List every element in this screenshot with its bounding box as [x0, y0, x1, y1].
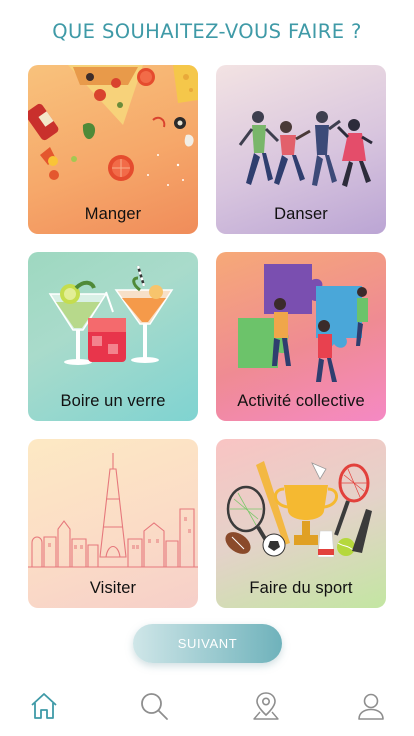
user-icon	[358, 693, 384, 720]
activity-label: Danser	[274, 205, 328, 223]
page-title: QUE SOUHAITEZ-VOUS FAIRE ?	[48, 18, 366, 43]
activity-card-danser[interactable]: Danser	[216, 65, 386, 234]
activity-label: Visiter	[89, 579, 137, 597]
activity-card-sport[interactable]: Faire du sport	[216, 439, 386, 608]
activity-card-activite-collective[interactable]: Activité collective	[216, 252, 386, 421]
home-icon	[31, 693, 57, 719]
next-button[interactable]: SUIVANT	[133, 624, 282, 663]
activity-label: Activité collective	[237, 392, 365, 410]
activity-card-boire[interactable]: Boire un verre	[28, 252, 198, 421]
search-icon	[141, 693, 168, 720]
tab-map[interactable]	[244, 684, 288, 728]
activity-label: Faire du sport	[249, 579, 353, 597]
header: QUE SOUHAITEZ-VOUS FAIRE ?	[0, 18, 414, 43]
tab-home[interactable]	[22, 684, 66, 728]
bottom-tab-bar	[0, 684, 414, 730]
activity-label: Boire un verre	[60, 392, 166, 410]
activity-label: Manger	[84, 205, 142, 223]
map-pin-icon	[253, 692, 279, 720]
tab-search[interactable]	[132, 684, 176, 728]
tab-profile[interactable]	[349, 684, 393, 728]
activity-card-visiter[interactable]: Visiter	[28, 439, 198, 608]
activity-card-manger[interactable]: Manger	[28, 65, 198, 234]
